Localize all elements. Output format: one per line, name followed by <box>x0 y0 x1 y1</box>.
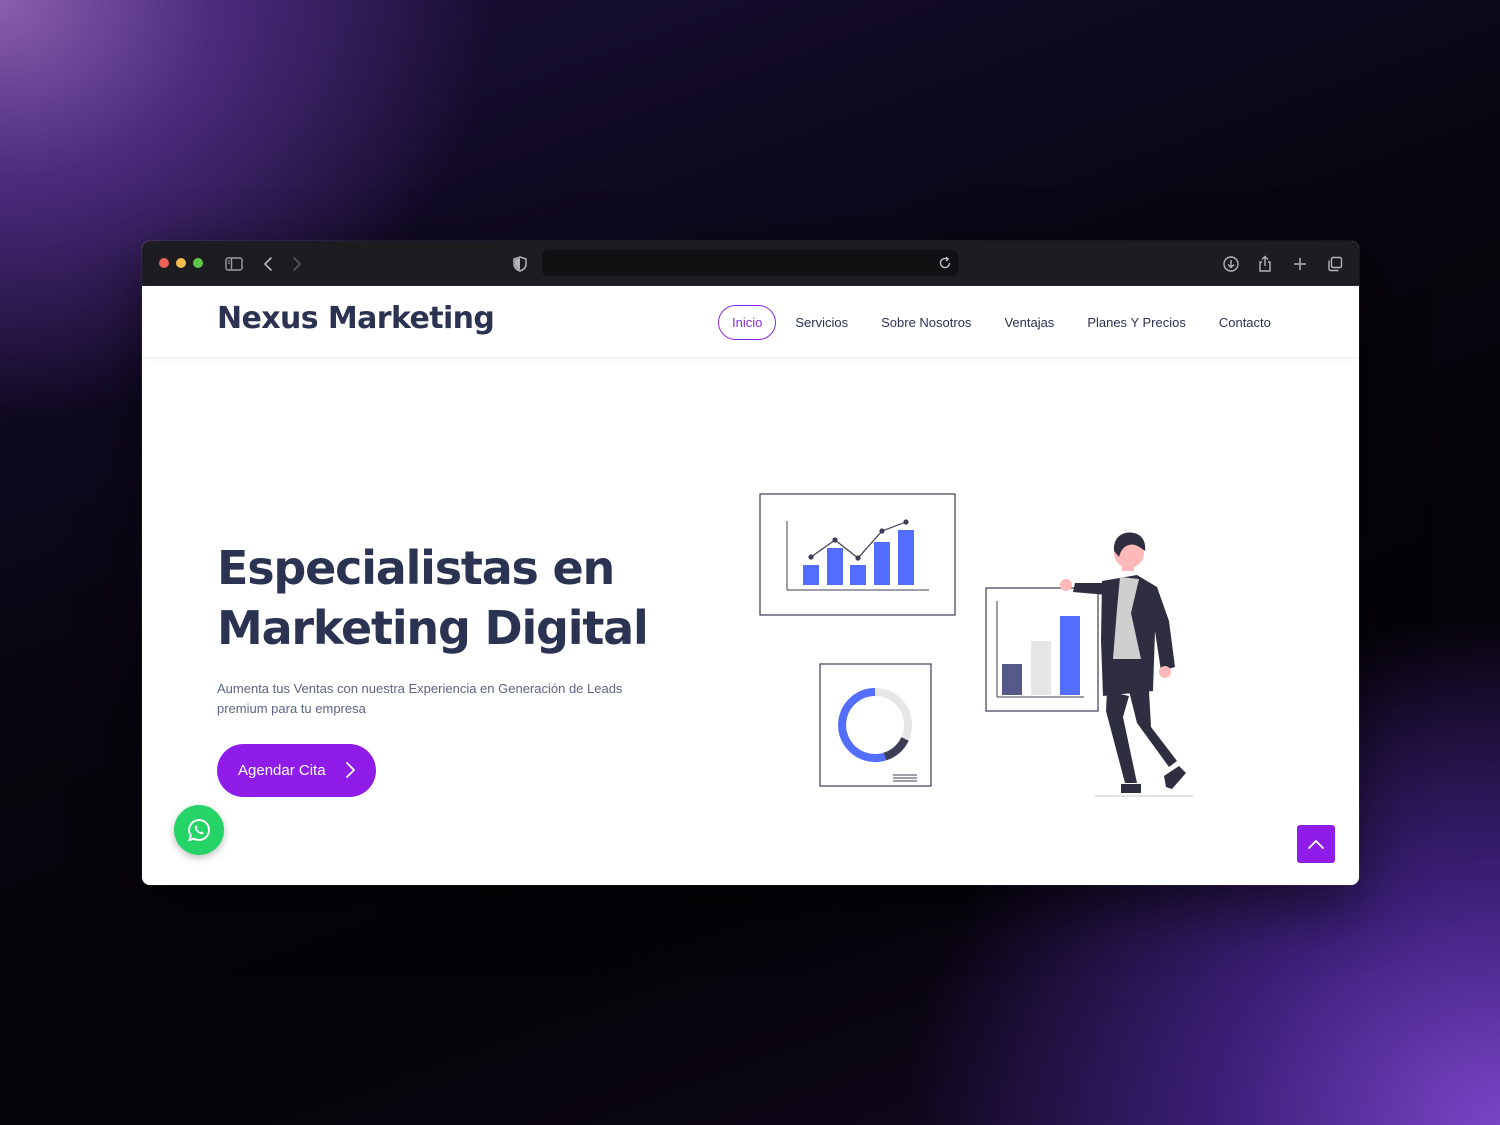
back-to-top-button[interactable] <box>1297 825 1335 863</box>
forward-icon[interactable] <box>286 254 306 274</box>
close-window-button[interactable] <box>159 258 169 268</box>
site-header: Nexus Marketing Inicio Servicios Sobre N… <box>142 286 1359 358</box>
nav-servicios[interactable]: Servicios <box>781 305 862 340</box>
shield-icon[interactable] <box>510 254 530 274</box>
reload-icon[interactable] <box>936 254 954 272</box>
main-nav: Inicio Servicios Sobre Nosotros Ventajas… <box>718 305 1290 340</box>
hero-title-line-2: Marketing Digital <box>217 601 649 655</box>
chevron-up-icon <box>1308 840 1324 849</box>
webpage: Nexus Marketing Inicio Servicios Sobre N… <box>142 286 1359 885</box>
chevron-right-icon <box>346 762 355 778</box>
share-icon[interactable] <box>1255 254 1275 274</box>
browser-toolbar <box>142 241 1359 286</box>
nav-sobre-nosotros[interactable]: Sobre Nosotros <box>867 305 985 340</box>
tab-overview-icon[interactable] <box>1325 254 1345 274</box>
bar-chart-card <box>985 587 1099 712</box>
hero-title-line-1: Especialistas en <box>217 541 615 595</box>
address-bar[interactable] <box>542 250 958 276</box>
sidebar-toggle-icon[interactable] <box>224 254 244 274</box>
site-logo[interactable]: Nexus Marketing <box>217 301 495 336</box>
whatsapp-button[interactable] <box>174 805 224 855</box>
agendar-cita-button[interactable]: Agendar Cita <box>217 744 376 797</box>
download-icon[interactable] <box>1221 254 1241 274</box>
new-tab-icon[interactable] <box>1290 254 1310 274</box>
minimize-window-button[interactable] <box>176 258 186 268</box>
back-icon[interactable] <box>259 254 279 274</box>
browser-window: Nexus Marketing Inicio Servicios Sobre N… <box>142 241 1359 885</box>
nav-contacto[interactable]: Contacto <box>1205 305 1285 340</box>
nav-planes-y-precios[interactable]: Planes Y Precios <box>1073 305 1200 340</box>
nav-inicio[interactable]: Inicio <box>718 305 777 340</box>
cta-label: Agendar Cita <box>238 762 326 779</box>
hero-title: Especialistas en Marketing Digital <box>217 538 697 658</box>
hero-subtitle-line-1: Aumenta tus Ventas con nuestra Experienc… <box>217 681 623 696</box>
hero-subtitle: Aumenta tus Ventas con nuestra Experienc… <box>217 679 657 719</box>
whatsapp-icon <box>188 818 210 842</box>
zoom-window-button[interactable] <box>193 258 203 268</box>
hero-subtitle-line-2: premium para tu empresa <box>217 701 366 716</box>
line-bar-chart-card <box>759 493 956 616</box>
hero-illustration <box>759 493 1193 797</box>
nav-ventajas[interactable]: Ventajas <box>990 305 1068 340</box>
donut-chart-card <box>819 663 932 787</box>
window-controls <box>159 258 203 268</box>
